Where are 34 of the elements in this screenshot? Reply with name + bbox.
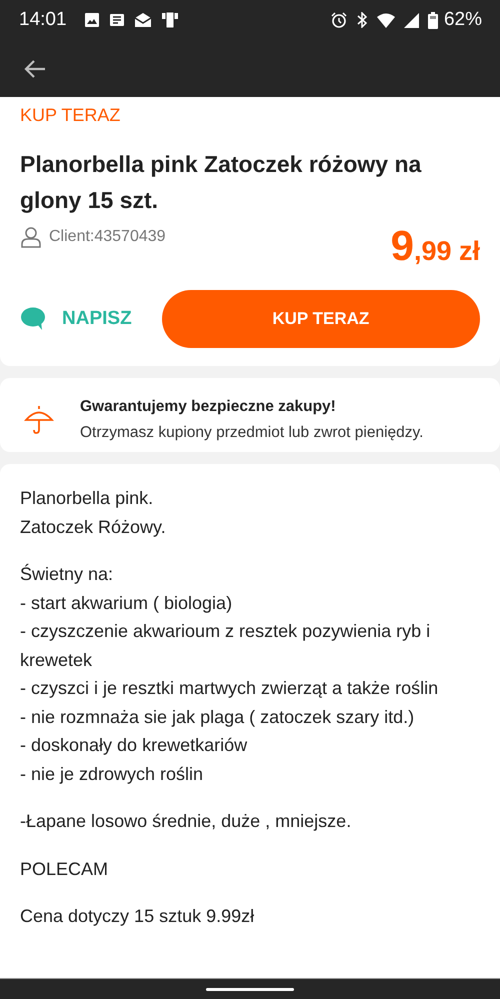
description-line: - start akwarium ( biologia) (20, 592, 234, 615)
description-line: -Łapane losowo średnie, duże , mniejsze. (20, 810, 352, 833)
status-time: 14:01 (19, 9, 67, 31)
signal-icon (404, 12, 419, 28)
guarantee-text: Otrzymasz kupiony przedmiot lub zwrot pieniędzy. (80, 424, 424, 442)
mail-notification-icon (134, 12, 152, 28)
section-label: KUP TERAZ (20, 105, 122, 126)
description-line: Świetny na: (20, 562, 114, 586)
guarantee-title: Gwarantujemy bezpieczne zakupy! (80, 398, 337, 416)
description-line: - czyszczenie akwarioum z resztek pozywienia ryb i krewetek (20, 620, 432, 672)
price: 9,99 zł (390, 222, 480, 270)
seller-name[interactable]: Client:43570439 (49, 228, 166, 246)
message-button[interactable]: NAPISZ (20, 307, 132, 331)
user-icon (20, 226, 42, 248)
offer-title: Planorbella pink Zatoczek różowy na glony 15 szt. (20, 150, 422, 215)
battery-icon (428, 12, 438, 28)
note-notification-icon (108, 12, 125, 28)
home-handle[interactable] (206, 988, 294, 990)
alarm-icon (330, 12, 347, 28)
image-notification-icon (84, 12, 100, 28)
description-line: - czyszci i je resztki martwych zwierząt a także roślin (20, 677, 440, 700)
description-line: Planorbella pink. (20, 487, 154, 510)
description-line: - nie je zdrowych roślin (20, 762, 204, 786)
description-line: - nie rozmnaża sie jak plaga ( zatoczek szary itd.) (20, 706, 416, 729)
buy-now-button[interactable]: KUP TERAZ (162, 290, 480, 348)
bluetooth-icon (356, 12, 368, 28)
wifi-icon (376, 12, 395, 28)
battery-percentage: 62% (444, 9, 482, 31)
description-line: - doskonały do krewetkariów (20, 734, 248, 757)
description-line: Cena dotyczy 15 sztuk 9.99zł (20, 905, 256, 928)
chat-bubble-icon (20, 307, 46, 331)
umbrella-icon (24, 405, 54, 435)
description-line: POLECAM (20, 858, 110, 880)
description-line: Zatoczek Różowy. (20, 516, 167, 539)
